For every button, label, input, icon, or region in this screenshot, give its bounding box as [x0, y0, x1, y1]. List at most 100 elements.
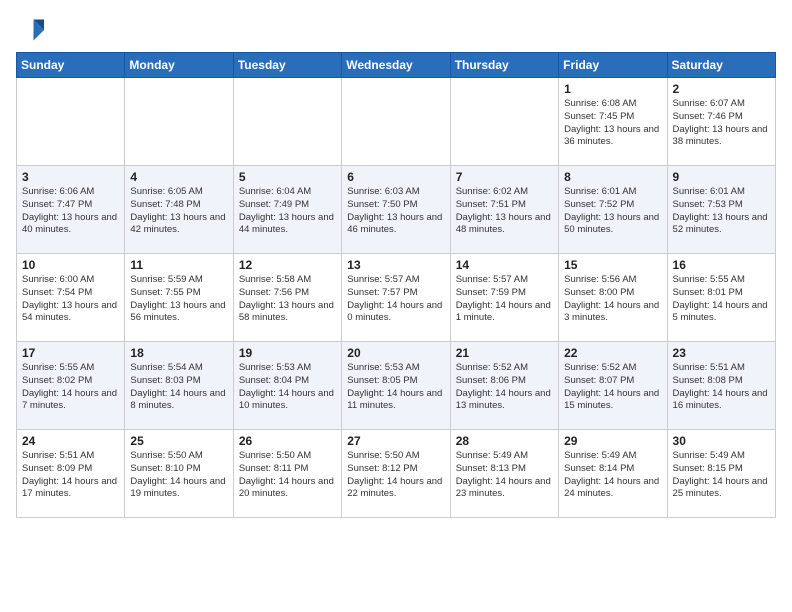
calendar-header-thursday: Thursday — [450, 53, 558, 78]
calendar-table: SundayMondayTuesdayWednesdayThursdayFrid… — [16, 52, 776, 518]
day-number: 10 — [22, 258, 119, 272]
calendar-cell: 23Sunrise: 5:51 AM Sunset: 8:08 PM Dayli… — [667, 342, 775, 430]
day-info: Sunrise: 5:50 AM Sunset: 8:10 PM Dayligh… — [130, 450, 227, 501]
calendar-cell: 28 Sunrise: 5:49 AM Sunset: 8:13 PM Dayli… — [450, 430, 558, 518]
day-number: 17 — [22, 346, 119, 360]
day-info: Sunrise: 6:02 AM Sunset: 7:51 PM Dayligh… — [456, 186, 553, 237]
calendar-header-tuesday: Tuesday — [233, 53, 341, 78]
day-info: Sunrise: 6:06 AM Sunset: 7:47 PM Dayligh… — [22, 186, 119, 237]
day-number: 12 — [239, 258, 336, 272]
calendar-cell: 25 Sunrise: 5:50 AM Sunset: 8:10 PM Dayli… — [125, 430, 233, 518]
calendar-cell: 9Sunrise: 6:01 AM Sunset: 7:53 PM Daylig… — [667, 166, 775, 254]
header — [16, 16, 776, 44]
calendar-cell — [450, 78, 558, 166]
calendar-header-monday: Monday — [125, 53, 233, 78]
day-number: 22 — [564, 346, 661, 360]
day-info: Sunrise: 5:50 AM Sunset: 8:12 PM Dayligh… — [347, 450, 444, 501]
calendar-cell: 12 Sunrise: 5:58 AM Sunset: 7:56 PM Dayli… — [233, 254, 341, 342]
calendar-week-2: 3 Sunrise: 6:06 AM Sunset: 7:47 PM Daylig… — [17, 166, 776, 254]
calendar-cell: 3 Sunrise: 6:06 AM Sunset: 7:47 PM Daylig… — [17, 166, 125, 254]
calendar-cell — [233, 78, 341, 166]
calendar-cell: 26 Sunrise: 5:50 AM Sunset: 8:11 PM Dayli… — [233, 430, 341, 518]
calendar-header-friday: Friday — [559, 53, 667, 78]
calendar-cell: 6Sunrise: 6:03 AM Sunset: 7:50 PM Daylig… — [342, 166, 450, 254]
day-number: 8 — [564, 170, 661, 184]
day-number: 6 — [347, 170, 444, 184]
day-number: 7 — [456, 170, 553, 184]
day-number: 25 — [130, 434, 227, 448]
day-number: 26 — [239, 434, 336, 448]
calendar-header-row: SundayMondayTuesdayWednesdayThursdayFrid… — [17, 53, 776, 78]
day-number: 24 — [22, 434, 119, 448]
day-number: 11 — [130, 258, 227, 272]
day-info: Sunrise: 5:52 AM Sunset: 8:06 PM Dayligh… — [456, 362, 553, 413]
calendar-cell: 2 Sunrise: 6:07 AM Sunset: 7:46 PM Daylig… — [667, 78, 775, 166]
day-number: 13 — [347, 258, 444, 272]
day-info: Sunrise: 5:49 AM Sunset: 8:14 PM Dayligh… — [564, 450, 661, 501]
day-info: Sunrise: 6:08 AM Sunset: 7:45 PM Dayligh… — [564, 98, 661, 149]
calendar-cell: 10 Sunrise: 6:00 AM Sunset: 7:54 PM Dayli… — [17, 254, 125, 342]
calendar-header-saturday: Saturday — [667, 53, 775, 78]
calendar-cell: 21 Sunrise: 5:52 AM Sunset: 8:06 PM Dayli… — [450, 342, 558, 430]
day-number: 19 — [239, 346, 336, 360]
day-info: Sunrise: 5:59 AM Sunset: 7:55 PM Dayligh… — [130, 274, 227, 325]
calendar-cell: 15 Sunrise: 5:56 AM Sunset: 8:00 PM Dayli… — [559, 254, 667, 342]
day-number: 15 — [564, 258, 661, 272]
day-number: 14 — [456, 258, 553, 272]
calendar-cell: 19 Sunrise: 5:53 AM Sunset: 8:04 PM Dayli… — [233, 342, 341, 430]
day-info: Sunrise: 5:55 AM Sunset: 8:01 PM Dayligh… — [673, 274, 770, 325]
day-number: 9 — [673, 170, 770, 184]
calendar-cell: 11 Sunrise: 5:59 AM Sunset: 7:55 PM Dayli… — [125, 254, 233, 342]
day-info: Sunrise: 5:52 AM Sunset: 8:07 PM Dayligh… — [564, 362, 661, 413]
day-number: 18 — [130, 346, 227, 360]
day-info: Sunrise: 5:51 AM Sunset: 8:09 PM Dayligh… — [22, 450, 119, 501]
day-info: Sunrise: 5:54 AM Sunset: 8:03 PM Dayligh… — [130, 362, 227, 413]
day-number: 16 — [673, 258, 770, 272]
day-info: Sunrise: 5:53 AM Sunset: 8:04 PM Dayligh… — [239, 362, 336, 413]
day-info: Sunrise: 6:04 AM Sunset: 7:49 PM Dayligh… — [239, 186, 336, 237]
calendar-cell: 4Sunrise: 6:05 AM Sunset: 7:48 PM Daylig… — [125, 166, 233, 254]
calendar-week-1: 1 Sunrise: 6:08 AM Sunset: 7:45 PM Daylig… — [17, 78, 776, 166]
calendar-cell — [342, 78, 450, 166]
calendar-cell: 8 Sunrise: 6:01 AM Sunset: 7:52 PM Daylig… — [559, 166, 667, 254]
calendar-header-wednesday: Wednesday — [342, 53, 450, 78]
day-info: Sunrise: 6:00 AM Sunset: 7:54 PM Dayligh… — [22, 274, 119, 325]
day-number: 27 — [347, 434, 444, 448]
day-info: Sunrise: 5:57 AM Sunset: 7:57 PM Dayligh… — [347, 274, 444, 325]
logo — [16, 16, 48, 44]
calendar-cell: 13 Sunrise: 5:57 AM Sunset: 7:57 PM Dayli… — [342, 254, 450, 342]
day-number: 29 — [564, 434, 661, 448]
day-number: 5 — [239, 170, 336, 184]
day-info: Sunrise: 5:53 AM Sunset: 8:05 PM Dayligh… — [347, 362, 444, 413]
calendar-week-3: 10 Sunrise: 6:00 AM Sunset: 7:54 PM Dayli… — [17, 254, 776, 342]
calendar-cell: 22 Sunrise: 5:52 AM Sunset: 8:07 PM Dayli… — [559, 342, 667, 430]
day-number: 21 — [456, 346, 553, 360]
calendar-cell: 16 Sunrise: 5:55 AM Sunset: 8:01 PM Dayli… — [667, 254, 775, 342]
calendar-cell: 7 Sunrise: 6:02 AM Sunset: 7:51 PM Daylig… — [450, 166, 558, 254]
day-number: 20 — [347, 346, 444, 360]
calendar-cell: 29 Sunrise: 5:49 AM Sunset: 8:14 PM Dayli… — [559, 430, 667, 518]
calendar-week-4: 17Sunrise: 5:55 AM Sunset: 8:02 PM Dayli… — [17, 342, 776, 430]
calendar-cell: 1 Sunrise: 6:08 AM Sunset: 7:45 PM Daylig… — [559, 78, 667, 166]
day-info: Sunrise: 5:51 AM Sunset: 8:08 PM Dayligh… — [673, 362, 770, 413]
day-info: Sunrise: 5:50 AM Sunset: 8:11 PM Dayligh… — [239, 450, 336, 501]
day-info: Sunrise: 5:49 AM Sunset: 8:13 PM Dayligh… — [456, 450, 553, 501]
day-info: Sunrise: 5:56 AM Sunset: 8:00 PM Dayligh… — [564, 274, 661, 325]
day-number: 2 — [673, 82, 770, 96]
calendar-cell: 20 Sunrise: 5:53 AM Sunset: 8:05 PM Dayli… — [342, 342, 450, 430]
day-number: 30 — [673, 434, 770, 448]
calendar-cell: 24 Sunrise: 5:51 AM Sunset: 8:09 PM Dayli… — [17, 430, 125, 518]
day-info: Sunrise: 6:01 AM Sunset: 7:52 PM Dayligh… — [564, 186, 661, 237]
day-number: 3 — [22, 170, 119, 184]
day-number: 28 — [456, 434, 553, 448]
calendar-cell: 27 Sunrise: 5:50 AM Sunset: 8:12 PM Dayli… — [342, 430, 450, 518]
day-info: Sunrise: 6:07 AM Sunset: 7:46 PM Dayligh… — [673, 98, 770, 149]
day-info: Sunrise: 6:05 AM Sunset: 7:48 PM Dayligh… — [130, 186, 227, 237]
day-info: Sunrise: 5:58 AM Sunset: 7:56 PM Dayligh… — [239, 274, 336, 325]
day-number: 1 — [564, 82, 661, 96]
calendar-cell — [17, 78, 125, 166]
calendar-cell — [125, 78, 233, 166]
day-info: Sunrise: 5:49 AM Sunset: 8:15 PM Dayligh… — [673, 450, 770, 501]
calendar-cell: 5 Sunrise: 6:04 AM Sunset: 7:49 PM Daylig… — [233, 166, 341, 254]
calendar-cell: 18 Sunrise: 5:54 AM Sunset: 8:03 PM Dayli… — [125, 342, 233, 430]
